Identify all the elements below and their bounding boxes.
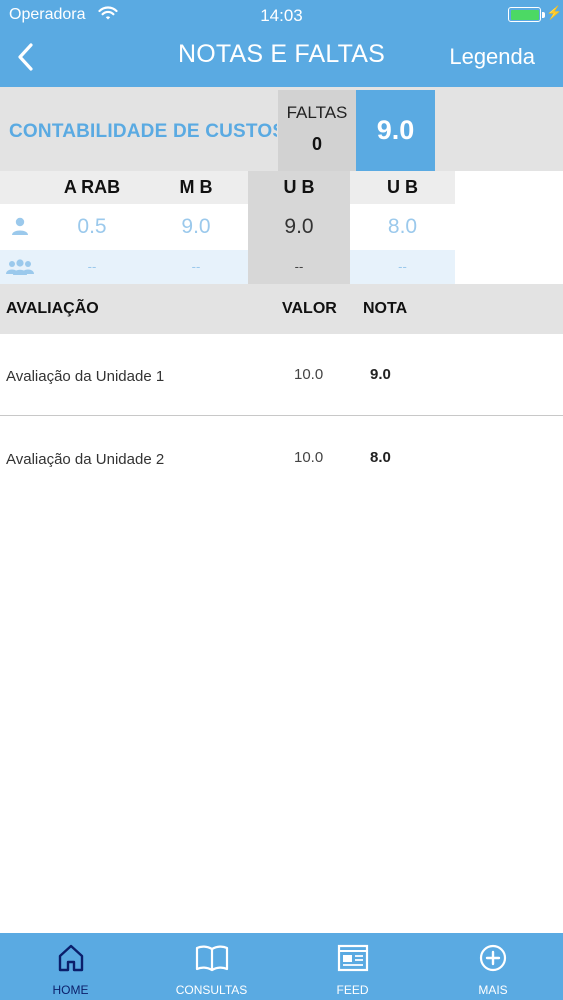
course-average: 9.0: [356, 90, 435, 171]
grades-header-row: A RAB M B U B U B: [0, 171, 563, 204]
faltas-label: FALTAS: [286, 103, 348, 122]
newspaper-icon: [336, 943, 370, 973]
student-grade: 8.0: [387, 215, 418, 238]
grades-grid: A RAB M B U B U B 0.5 9.0 9.0 8.0 -- -- …: [0, 171, 563, 284]
clock: 14:03: [260, 6, 303, 25]
tab-feed-label: FEED: [336, 983, 369, 997]
class-grade: --: [87, 259, 97, 274]
plus-circle-icon: [476, 943, 510, 973]
assessment-valor: 10.0: [294, 449, 324, 466]
faltas-value: 0: [311, 134, 322, 154]
assessment-nota: 9.0: [370, 366, 391, 383]
avaliacao-header: AVALIAÇÃO: [6, 300, 99, 317]
tab-feed[interactable]: FEED: [282, 933, 423, 1000]
tab-consultas-label: CONSULTAS: [175, 983, 248, 997]
tab-mais[interactable]: MAIS: [423, 933, 563, 1000]
class-grade: --: [191, 259, 201, 274]
faltas-box: FALTAS 0: [278, 90, 356, 171]
assessment-name: Avaliação da Unidade 1: [6, 368, 165, 385]
class-grade: --: [294, 259, 304, 274]
student-grade: 0.5: [77, 215, 107, 238]
class-grade: --: [398, 259, 407, 274]
assessment-row[interactable]: Avaliação da Unidade 2 10.0 8.0: [0, 417, 563, 499]
app-header: Operadora 14:03 ⚡ NOTAS E FALTAS Legenda: [0, 0, 563, 87]
home-icon: [54, 943, 88, 973]
charging-icon: ⚡: [546, 5, 563, 20]
tab-bar: HOME CONSULTAS FEED MAIS: [0, 933, 563, 1000]
book-icon: [195, 943, 229, 973]
course-name: CONTABILIDADE DE CUSTOS II: [9, 121, 277, 142]
group-icon: [0, 250, 40, 284]
grade-column-header[interactable]: U B: [350, 171, 455, 204]
valor-header: VALOR: [282, 300, 337, 317]
nota-header: NOTA: [363, 300, 408, 317]
assessment-name: Avaliação da Unidade 2: [6, 451, 165, 468]
tab-consultas[interactable]: CONSULTAS: [141, 933, 282, 1000]
class-average-row: -- -- -- --: [0, 250, 563, 284]
battery-icon: [508, 7, 545, 22]
course-header: CONTABILIDADE DE CUSTOS II FALTAS 0 9.0: [0, 87, 563, 171]
assessment-row[interactable]: Avaliação da Unidade 1 10.0 9.0: [0, 334, 563, 416]
tab-home[interactable]: HOME: [0, 933, 141, 1000]
status-bar: Operadora 14:03 ⚡: [0, 0, 563, 30]
tab-home-label: HOME: [52, 983, 89, 997]
assessment-table-header: AVALIAÇÃO VALOR NOTA: [0, 284, 563, 334]
grade-column-header[interactable]: U B: [248, 171, 350, 204]
grade-column-header[interactable]: A RAB: [40, 171, 144, 204]
person-icon: [0, 204, 40, 250]
student-grade: 9.0: [284, 215, 314, 238]
grade-column-header[interactable]: M B: [144, 171, 248, 204]
tab-mais-label: MAIS: [478, 983, 508, 997]
student-grade: 9.0: [181, 215, 211, 238]
assessment-valor: 10.0: [294, 366, 324, 383]
legend-button[interactable]: Legenda: [449, 44, 535, 70]
assessment-nota: 8.0: [370, 449, 391, 466]
student-grades-row: 0.5 9.0 9.0 8.0: [0, 204, 563, 250]
